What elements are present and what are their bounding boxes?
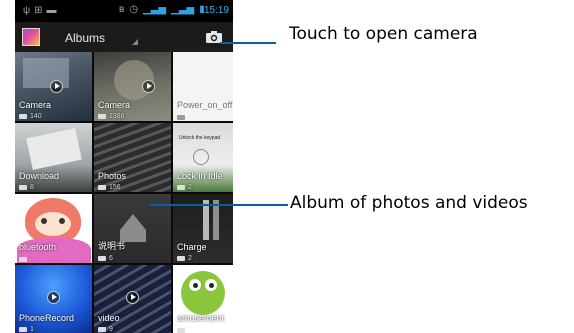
callout-annotations: Touch to open camera Album of photos and…	[0, 0, 574, 333]
camera-callout-text: Touch to open camera	[289, 24, 478, 44]
camera-callout-line	[220, 42, 276, 44]
album-callout-line	[150, 204, 288, 206]
album-callout-text: Album of photos and videos	[290, 193, 528, 213]
